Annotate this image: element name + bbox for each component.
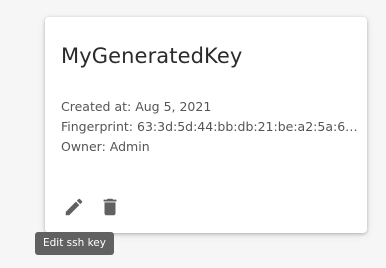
owner: Owner: Admin [61,139,150,154]
page: MyGeneratedKey Created at: Aug 5, 2021 F… [0,0,386,268]
card-actions [63,196,121,218]
fingerprint: Fingerprint: 63:3d:5d:44:bb:db:21:be:a2:… [61,119,359,134]
edit-tooltip: Edit ssh key [35,232,114,255]
edit-button[interactable] [63,196,85,218]
key-name: MyGeneratedKey [61,44,243,68]
pencil-icon [65,198,83,216]
created-at: Created at: Aug 5, 2021 [61,99,212,114]
ssh-key-card: MyGeneratedKey Created at: Aug 5, 2021 F… [45,17,367,233]
key-details: Created at: Aug 5, 2021 Fingerprint: 63:… [61,97,359,157]
trash-icon [103,198,117,216]
delete-button[interactable] [99,196,121,218]
